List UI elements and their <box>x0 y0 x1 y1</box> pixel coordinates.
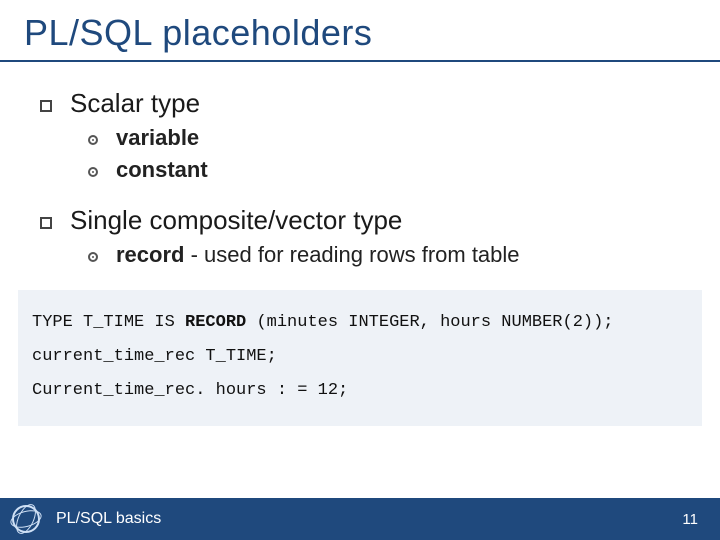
code-text: TYPE T_TIME IS <box>32 313 185 332</box>
slide-title: PL/SQL placeholders <box>0 0 720 62</box>
slide-body: Scalar type variable constant Single com… <box>0 62 720 268</box>
record-description: - used for reading rows from table <box>184 242 519 267</box>
bullet-composite-type: Single composite/vector type <box>40 205 692 236</box>
record-keyword: record <box>116 242 184 267</box>
dot-bullet-icon <box>88 167 98 177</box>
bullet-text: Scalar type <box>70 88 200 119</box>
slide-footer: PL/SQL basics 11 <box>0 498 720 540</box>
code-example-box: TYPE T_TIME IS RECORD (minutes INTEGER, … <box>18 290 702 426</box>
code-line-1: TYPE T_TIME IS RECORD (minutes INTEGER, … <box>32 306 688 340</box>
bullet-scalar-type: Scalar type <box>40 88 692 119</box>
cern-logo-icon <box>12 505 40 533</box>
dot-bullet-icon <box>88 135 98 145</box>
bullet-text: Single composite/vector type <box>70 205 402 236</box>
subbullet-constant: constant <box>88 157 692 183</box>
page-number: 11 <box>682 511 698 528</box>
code-keyword-record: RECORD <box>185 313 246 332</box>
code-text: (minutes INTEGER, hours NUMBER(2)); <box>246 313 613 332</box>
dot-bullet-icon <box>88 252 98 262</box>
subbullet-variable: variable <box>88 125 692 151</box>
code-line-2: current_time_rec T_TIME; <box>32 340 688 374</box>
square-bullet-icon <box>40 217 52 229</box>
footer-title: PL/SQL basics <box>56 510 161 528</box>
subbullet-text: record - used for reading rows from tabl… <box>116 242 520 268</box>
square-bullet-icon <box>40 100 52 112</box>
code-line-3: Current_time_rec. hours : = 12; <box>32 374 688 408</box>
subbullet-record: record - used for reading rows from tabl… <box>88 242 692 268</box>
subbullet-text: variable <box>116 125 199 151</box>
subbullet-text: constant <box>116 157 208 183</box>
